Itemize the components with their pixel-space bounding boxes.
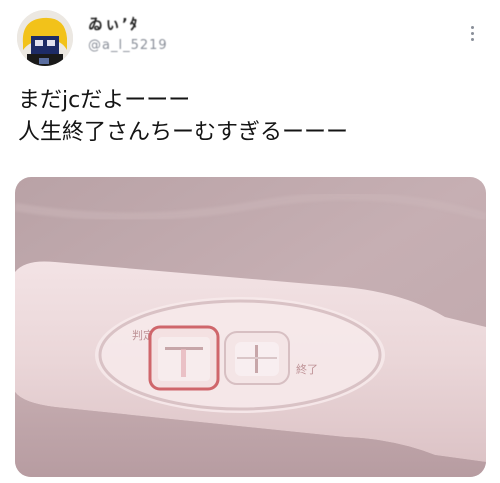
tweet-text-line: まだjcだよーーー [18, 88, 191, 113]
tweet-photo[interactable]: 判定 終了 [15, 177, 486, 477]
more-vertical-icon[interactable] [465, 24, 479, 48]
pregnancy-test-photo: 判定 終了 [15, 177, 486, 477]
tweet-text-line: 人生終了さんちーむすぎるーーー [18, 120, 349, 145]
tweet-text: まだjcだよーーー 人生終了さんちーむすぎるーーー [18, 85, 348, 149]
tweet-card: ゐぃ’ﾀ @a_l_5219 まだjcだよーーー 人生終了さんちーむすぎるーーー [0, 0, 500, 483]
avatar-image [17, 10, 73, 66]
author-name[interactable]: ゐぃ’ﾀ [88, 13, 139, 34]
label-right: 終了 [296, 362, 318, 376]
avatar[interactable] [17, 10, 73, 66]
author-handle[interactable]: @a_l_5219 [88, 38, 168, 53]
